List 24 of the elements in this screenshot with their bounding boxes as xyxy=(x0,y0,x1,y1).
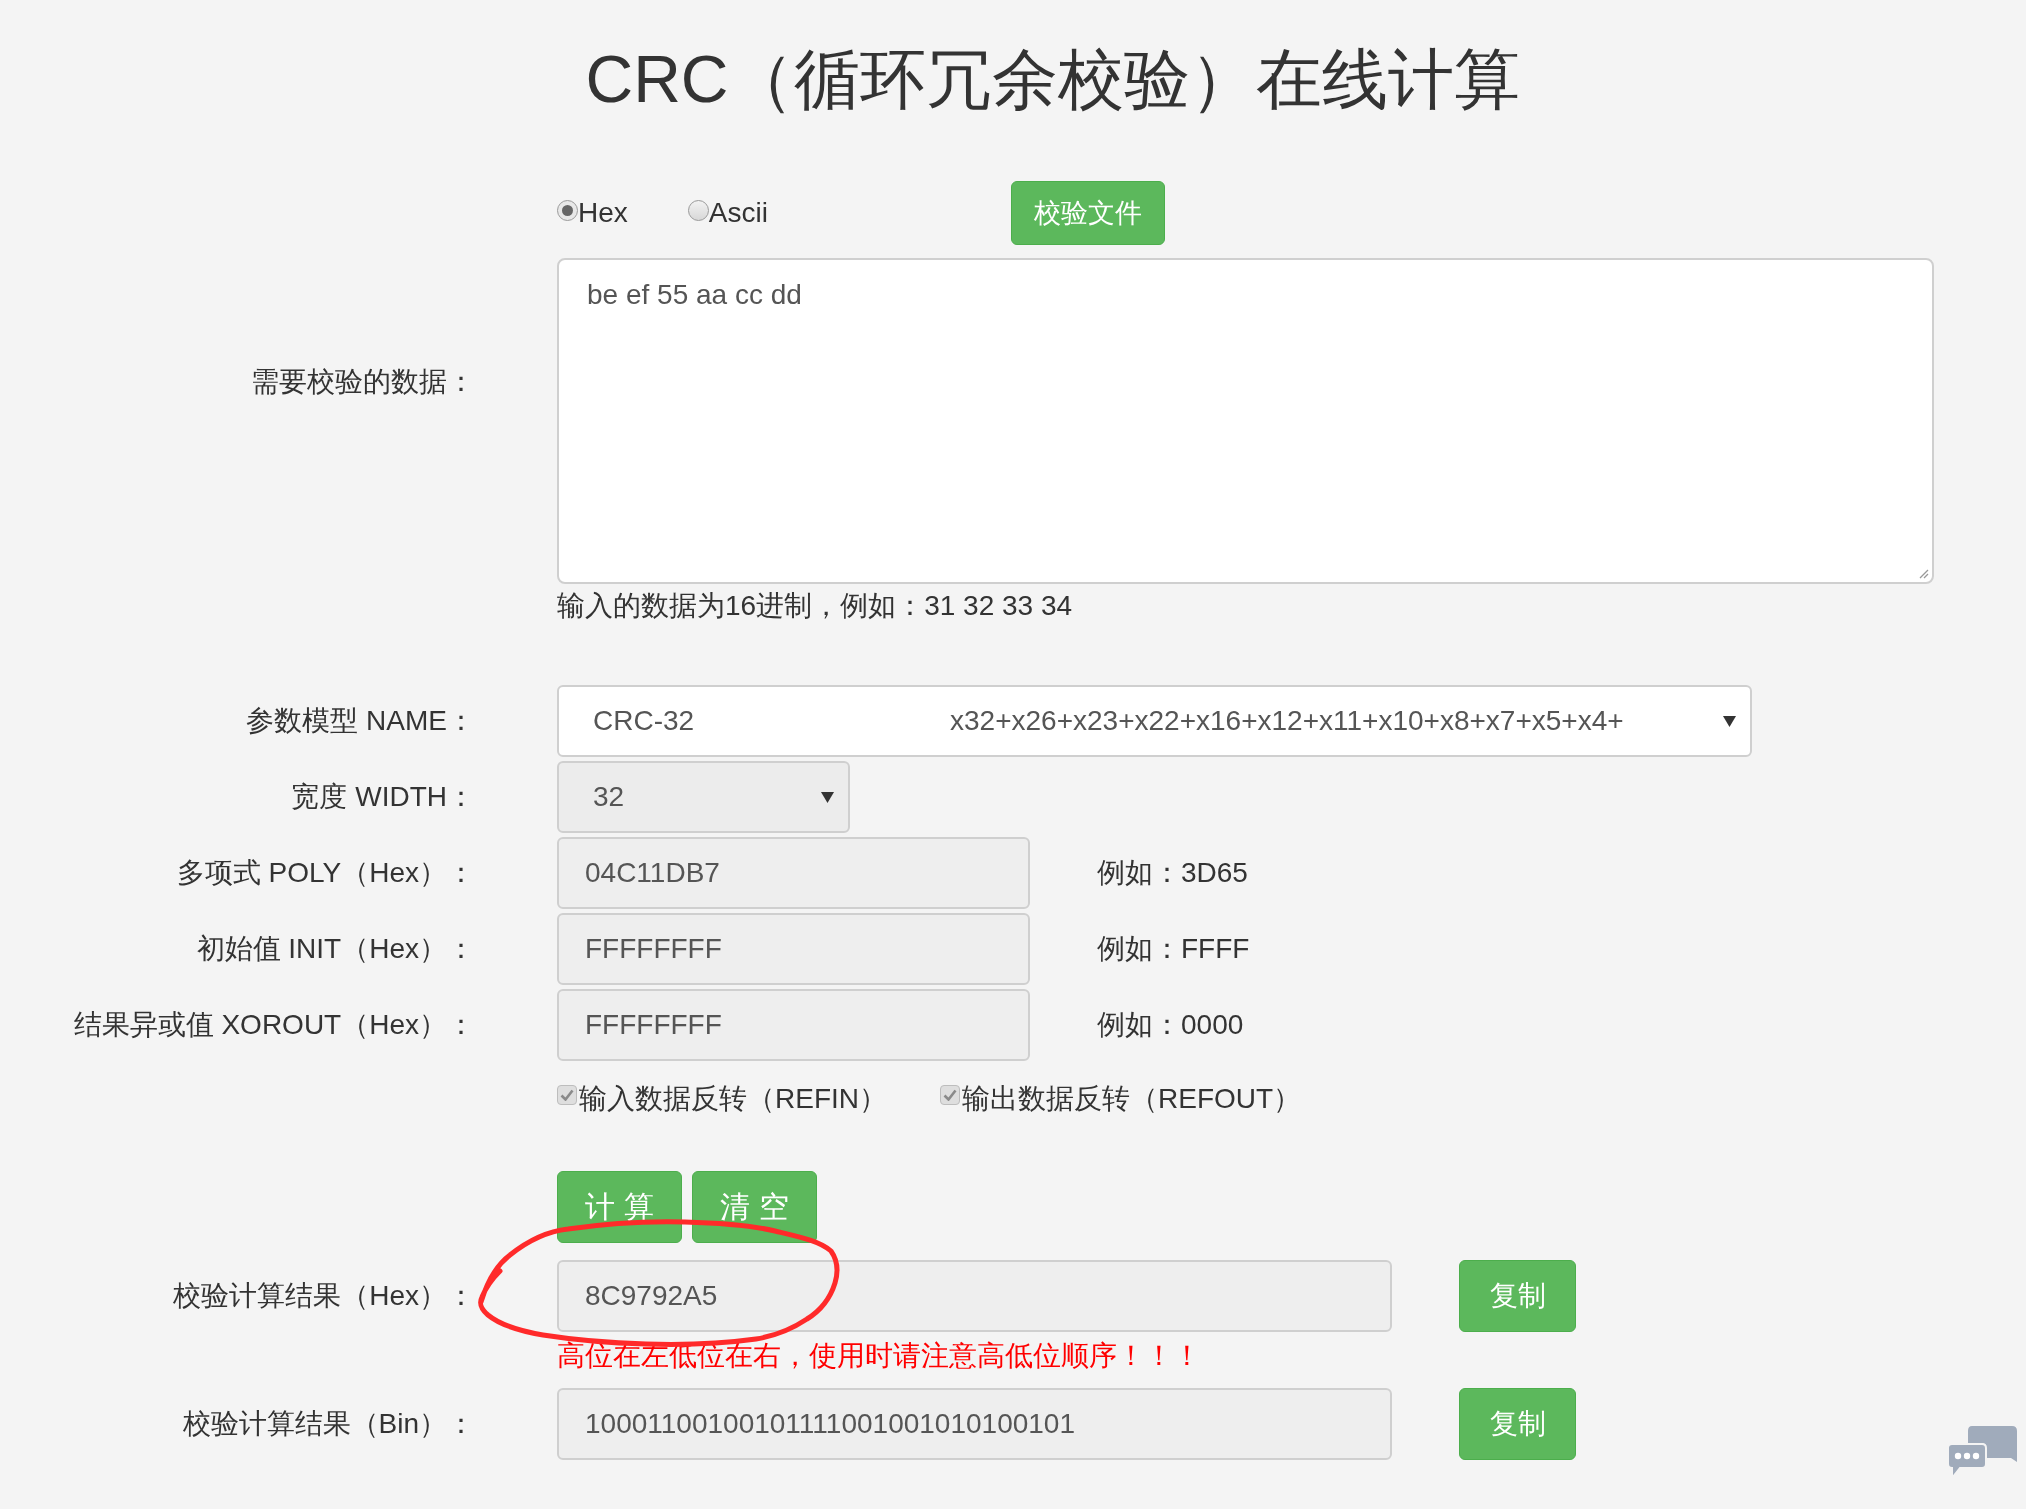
radio-button[interactable] xyxy=(557,199,578,221)
field-label: 初始值 INIT（Hex）： xyxy=(196,933,475,964)
hint-text: 输入的数据为16进制，例如：31 32 33 34 xyxy=(557,590,1073,621)
caret-icon xyxy=(821,791,834,803)
checkbox-label: 输出数据反转（REFOUT） xyxy=(962,1082,1302,1116)
field-label: 校验计算结果（Bin）： xyxy=(182,1408,475,1439)
radio-button[interactable] xyxy=(687,199,709,221)
field-label: 多项式 POLY（Hex）： xyxy=(176,857,475,888)
radio-label: Hex xyxy=(578,196,628,230)
field-label: 参数模型 NAME： xyxy=(246,705,475,736)
resize-grip-icon[interactable] xyxy=(1919,569,1929,579)
field-label: 需要校验的数据： xyxy=(251,366,475,397)
field-label: 结果异或值 XOROUT（Hex）： xyxy=(73,1009,475,1040)
model-select[interactable]: CRC-32 x32+x26+x23+x22+x16+x12+x11+x10+x8+x7+x5+x4+ xyxy=(557,685,1752,757)
example-text: 例如：FFFF xyxy=(1097,932,1250,966)
field-label: 校验计算结果（Hex）： xyxy=(173,1280,475,1311)
example-text: 例如：0000 xyxy=(1097,1008,1244,1042)
data-input-field[interactable]: be ef 55 aa cc dd xyxy=(557,258,1934,584)
radio-label: Ascii xyxy=(708,196,768,230)
page-title: CRC（循环冗余校验）在线计算 xyxy=(585,41,1521,118)
checkbox-label: 输入数据反转（REFIN） xyxy=(579,1082,887,1116)
caret-icon xyxy=(1723,715,1736,727)
field-label: 宽度 WIDTH： xyxy=(291,781,475,812)
example-text: 例如：3D65 xyxy=(1097,856,1248,890)
